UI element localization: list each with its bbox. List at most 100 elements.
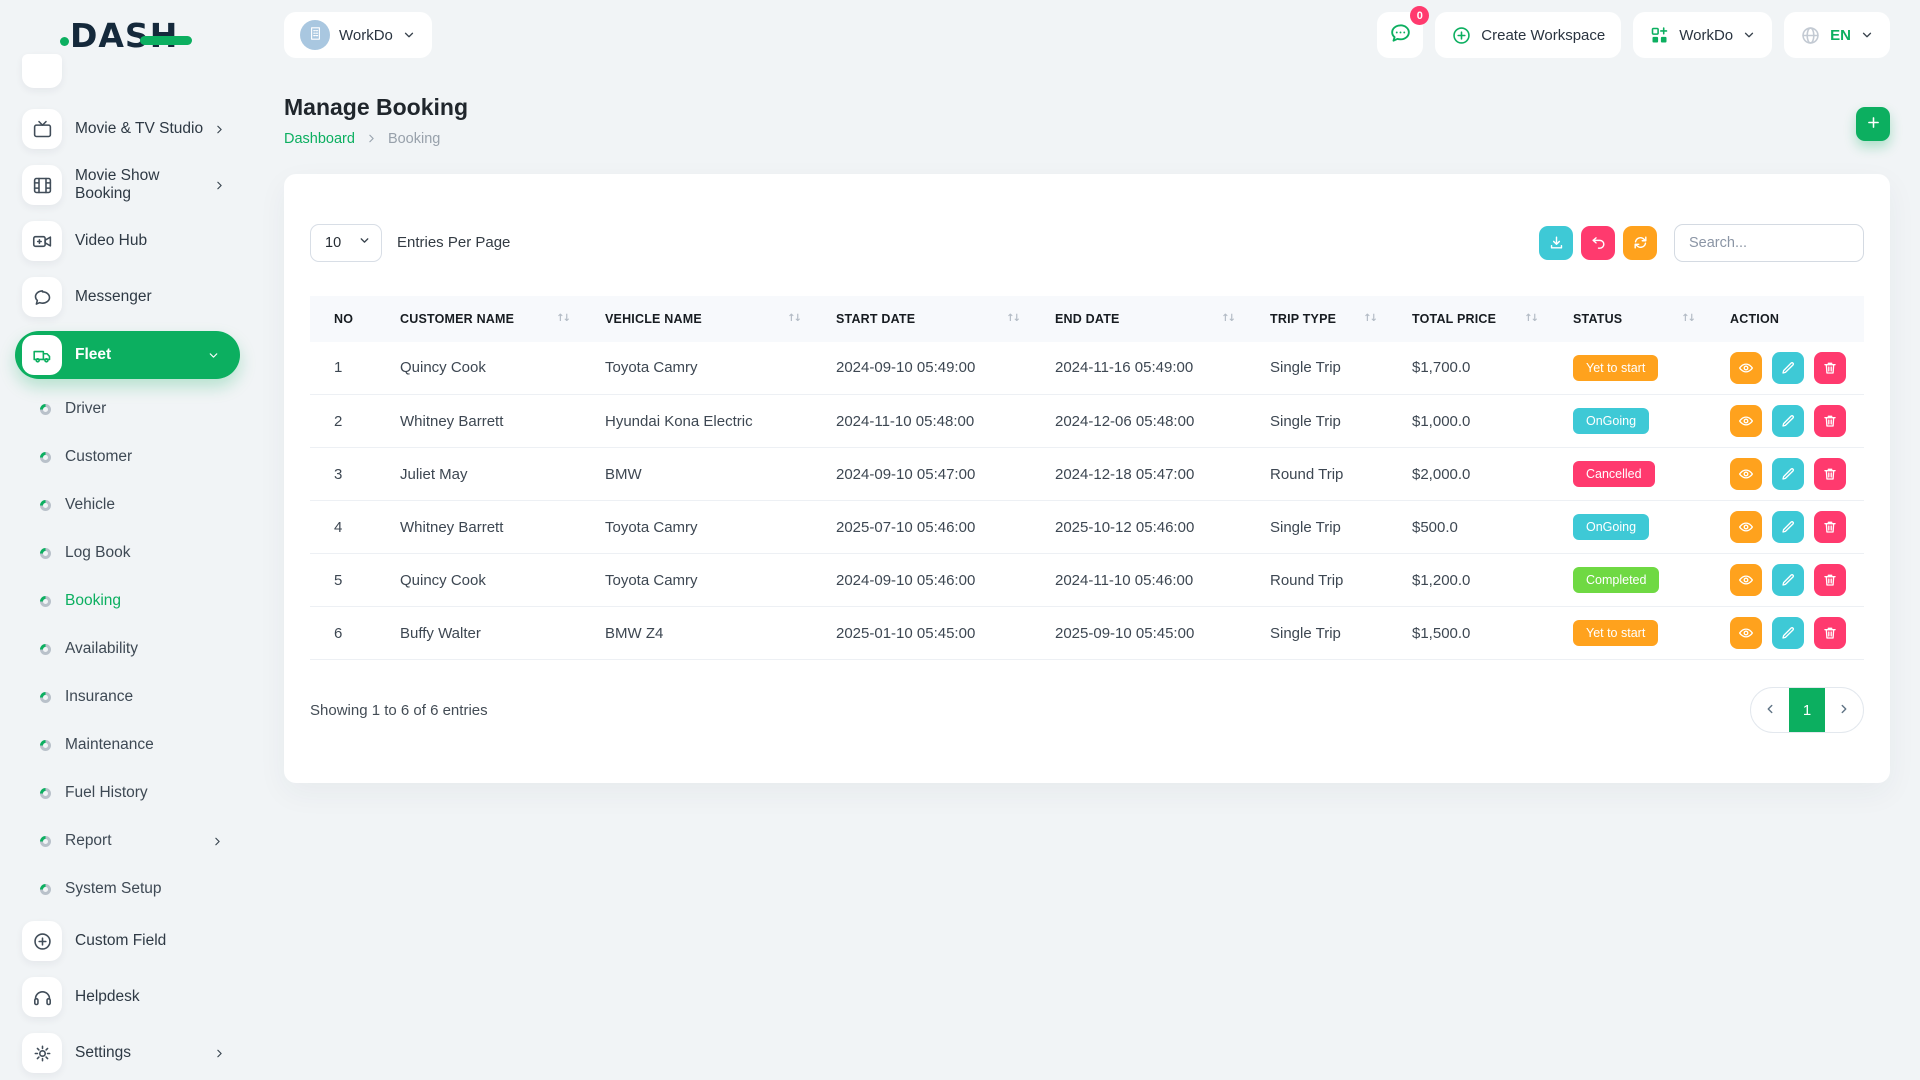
- chat-bubble-icon: [32, 287, 53, 308]
- edit-button[interactable]: [1772, 458, 1804, 490]
- column-header-customer-name[interactable]: CUSTOMER NAME↑↓: [376, 296, 581, 342]
- column-header-label: STATUS: [1573, 312, 1622, 326]
- column-header-total-price[interactable]: TOTAL PRICE↑↓: [1388, 296, 1549, 342]
- table-header-row: NOCUSTOMER NAME↑↓VEHICLE NAME↑↓START DAT…: [310, 296, 1864, 342]
- app-root: DASH Movie & TV Studio Movie Show Booking…: [0, 0, 1920, 1080]
- chevron-down-icon: [207, 349, 220, 362]
- cell-status: OnGoing: [1549, 501, 1706, 554]
- circle-plus-icon: [1451, 25, 1472, 46]
- edit-button[interactable]: [1772, 405, 1804, 437]
- view-button[interactable]: [1730, 564, 1762, 596]
- view-button[interactable]: [1730, 617, 1762, 649]
- delete-button[interactable]: [1814, 564, 1846, 596]
- cell-vehicle-name: BMW Z4: [581, 607, 812, 660]
- language-code: EN: [1830, 27, 1851, 44]
- cell-vehicle-name: BMW: [581, 448, 812, 501]
- column-header-label: ACTION: [1730, 312, 1779, 326]
- cell-total-price: $1,000.0: [1388, 395, 1549, 448]
- sidebar-subitem-driver[interactable]: Driver: [40, 389, 240, 429]
- table-row: 1Quincy CookToyota Camry2024-09-10 05:49…: [310, 342, 1864, 395]
- sidebar-subitem-availability[interactable]: Availability: [40, 629, 240, 669]
- status-badge: OnGoing: [1573, 514, 1649, 540]
- sidebar-item-movie-show-booking[interactable]: Movie Show Booking: [22, 165, 240, 205]
- sidebar-subitem-report[interactable]: Report: [40, 821, 240, 861]
- sidebar-item-messenger[interactable]: Messenger: [22, 277, 240, 317]
- sidebar-subitem-insurance[interactable]: Insurance: [40, 677, 240, 717]
- video-camera-icon: [32, 231, 53, 252]
- gear-icon: [32, 1043, 53, 1064]
- headphones-icon: [32, 987, 53, 1008]
- cell-total-price: $1,500.0: [1388, 607, 1549, 660]
- language-selector[interactable]: EN: [1784, 12, 1890, 58]
- chevron-down-icon: [402, 28, 416, 42]
- chevron-right-icon-wrap: [213, 123, 226, 136]
- eye-icon: [1738, 413, 1754, 429]
- sidebar-item-custom-field[interactable]: Custom Field: [22, 921, 240, 961]
- delete-button[interactable]: [1814, 405, 1846, 437]
- delete-button[interactable]: [1814, 352, 1846, 384]
- undo-button[interactable]: [1581, 226, 1615, 260]
- sidebar-subitem-fuel-history[interactable]: Fuel History: [40, 773, 240, 813]
- cell-start-date: 2025-07-10 05:46:00: [812, 501, 1031, 554]
- sidebar-subitem-maintenance[interactable]: Maintenance: [40, 725, 240, 765]
- search-input[interactable]: [1674, 224, 1864, 262]
- create-workspace-button[interactable]: Create Workspace: [1435, 12, 1621, 58]
- view-button[interactable]: [1730, 511, 1762, 543]
- messages-button[interactable]: 0: [1377, 12, 1423, 58]
- sidebar-item-fleet[interactable]: Fleet: [15, 331, 240, 379]
- app-logo[interactable]: DASH: [0, 0, 252, 62]
- edit-button[interactable]: [1772, 352, 1804, 384]
- workspace-selector-label: WorkDo: [339, 27, 393, 44]
- column-header-end-date[interactable]: END DATE↑↓: [1031, 296, 1246, 342]
- bullet-icon: [40, 548, 51, 559]
- sidebar-subitem-booking[interactable]: Booking: [40, 581, 240, 621]
- sidebar-item-movie-tv-studio[interactable]: Movie & TV Studio: [22, 109, 240, 149]
- delete-button[interactable]: [1814, 617, 1846, 649]
- previous-page-button[interactable]: [1751, 687, 1789, 733]
- workspace-menu-button[interactable]: WorkDo: [1633, 12, 1772, 58]
- entries-per-page-select[interactable]: 10: [310, 224, 382, 262]
- sidebar-item-video-hub[interactable]: Video Hub: [22, 221, 240, 261]
- edit-button[interactable]: [1772, 617, 1804, 649]
- chat-bubble-icon-box: [22, 277, 62, 317]
- sidebar-item-helpdesk[interactable]: Helpdesk: [22, 977, 240, 1017]
- view-button[interactable]: [1730, 352, 1762, 384]
- film-icon-box: [22, 165, 62, 205]
- delete-button[interactable]: [1814, 458, 1846, 490]
- bullet-icon: [40, 644, 51, 655]
- delete-button[interactable]: [1814, 511, 1846, 543]
- column-header-label: TOTAL PRICE: [1412, 312, 1496, 326]
- download-button[interactable]: [1539, 226, 1573, 260]
- sort-icon: ↑↓: [787, 313, 800, 324]
- sidebar-subitem-log-book[interactable]: Log Book: [40, 533, 240, 573]
- sidebar-item-label: Video Hub: [75, 232, 147, 250]
- table-row: 6Buffy WalterBMW Z42025-01-10 05:45:0020…: [310, 607, 1864, 660]
- workspace-selector[interactable]: WorkDo: [284, 12, 432, 58]
- view-button[interactable]: [1730, 405, 1762, 437]
- row-actions: [1730, 511, 1864, 543]
- column-header-trip-type[interactable]: TRIP TYPE↑↓: [1246, 296, 1388, 342]
- column-header-status[interactable]: STATUS↑↓: [1549, 296, 1706, 342]
- edit-button[interactable]: [1772, 564, 1804, 596]
- column-header-label: END DATE: [1055, 312, 1120, 326]
- refresh-button[interactable]: [1623, 226, 1657, 260]
- current-page-button[interactable]: 1: [1789, 687, 1825, 733]
- cell-vehicle-name: Hyundai Kona Electric: [581, 395, 812, 448]
- sidebar-item-label: System Setup: [65, 880, 162, 898]
- undo-icon: [1590, 234, 1607, 251]
- sidebar: DASH Movie & TV Studio Movie Show Booking…: [0, 0, 252, 1080]
- edit-button[interactable]: [1772, 511, 1804, 543]
- sidebar-subitem-system-setup[interactable]: System Setup: [40, 869, 240, 909]
- sidebar-subitem-customer[interactable]: Customer: [40, 437, 240, 477]
- table-row: 3Juliet MayBMW2024-09-10 05:47:002024-12…: [310, 448, 1864, 501]
- column-header-start-date[interactable]: START DATE↑↓: [812, 296, 1031, 342]
- sidebar-item-settings[interactable]: Settings: [22, 1033, 240, 1073]
- add-booking-button[interactable]: [1856, 107, 1890, 141]
- column-header-vehicle-name[interactable]: VEHICLE NAME↑↓: [581, 296, 812, 342]
- next-page-button[interactable]: [1825, 687, 1863, 733]
- sidebar-subitem-vehicle[interactable]: Vehicle: [40, 485, 240, 525]
- breadcrumb-item-dashboard[interactable]: Dashboard: [284, 131, 355, 147]
- cell-total-price: $1,700.0: [1388, 342, 1549, 395]
- view-button[interactable]: [1730, 458, 1762, 490]
- cell-start-date: 2024-09-10 05:47:00: [812, 448, 1031, 501]
